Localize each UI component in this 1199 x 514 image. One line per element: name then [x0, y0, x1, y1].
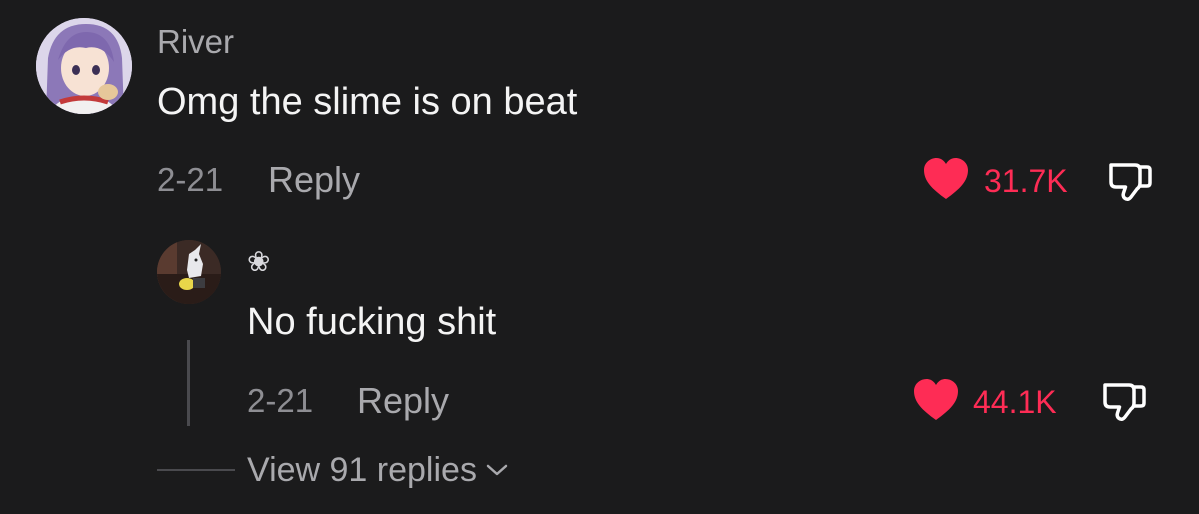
dislike-icon[interactable] [1107, 159, 1155, 203]
reply-avatar[interactable] [157, 240, 221, 304]
comment-date: 2-21 [157, 161, 224, 198]
reply-date: 2-21 [247, 382, 314, 419]
avatar[interactable] [36, 18, 132, 114]
unicorn-avatar-image [157, 240, 221, 304]
reply-username[interactable]: ❀ [247, 244, 270, 280]
chevron-down-icon [486, 464, 508, 476]
reply-reply-button[interactable]: Reply [357, 381, 449, 421]
thread-line [187, 340, 190, 426]
reply-like-count: 44.1K [973, 384, 1057, 420]
view-replies-divider [157, 469, 235, 471]
heart-icon[interactable] [922, 157, 970, 201]
heart-icon[interactable] [912, 378, 960, 422]
anime-avatar-image [36, 18, 132, 114]
view-replies-button[interactable]: View 91 replies [247, 450, 509, 490]
like-count: 31.7K [984, 163, 1068, 199]
reply-button[interactable]: Reply [268, 160, 360, 200]
comment-text: Omg the slime is on beat [157, 81, 578, 123]
reply-text: No fucking shit [247, 301, 497, 343]
dislike-icon[interactable] [1101, 379, 1149, 423]
comment-username[interactable]: River [157, 22, 234, 62]
view-replies-label: View 91 replies [247, 451, 477, 489]
